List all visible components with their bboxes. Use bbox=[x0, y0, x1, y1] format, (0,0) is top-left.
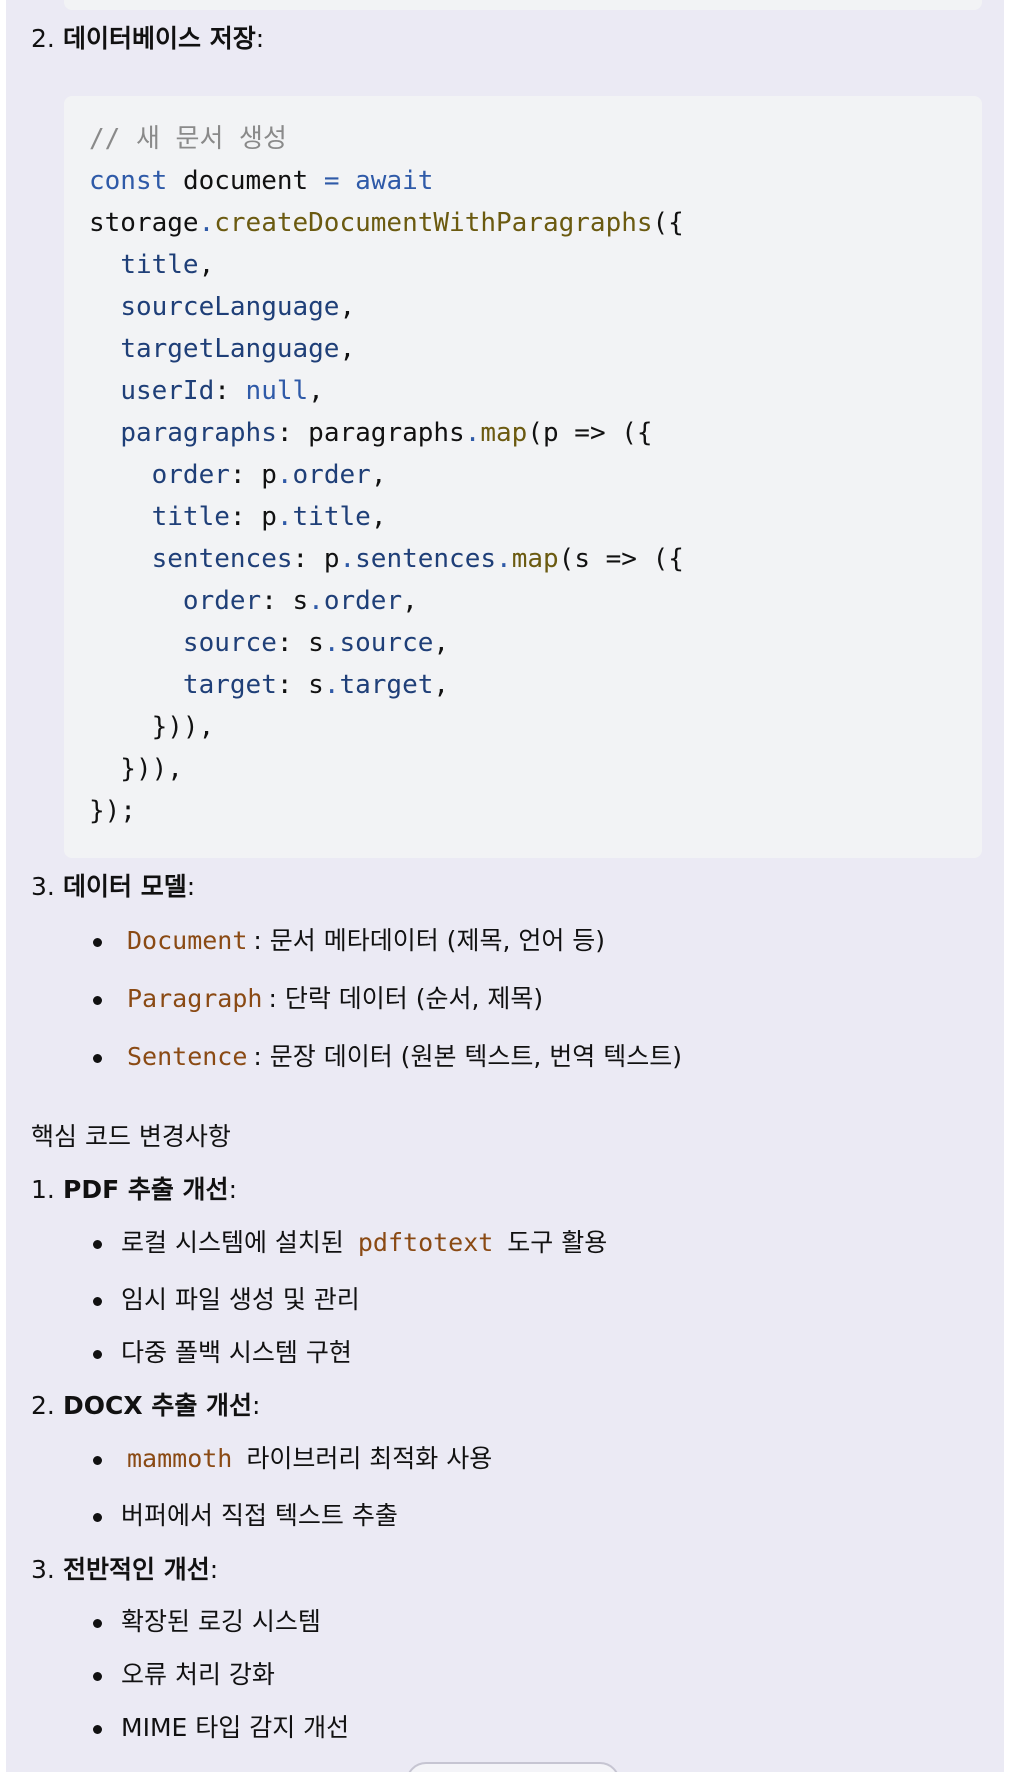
bullet-icon bbox=[93, 996, 102, 1005]
list-heading-title: DOCX 추출 개선 bbox=[63, 1391, 253, 1420]
inline-code: Sentence bbox=[127, 1042, 248, 1071]
inline-code: mammoth bbox=[127, 1444, 233, 1473]
bullet-icon bbox=[93, 938, 102, 947]
list-heading-docx: 2. DOCX 추출 개선: bbox=[31, 1391, 261, 1420]
bullet-icon bbox=[93, 1672, 102, 1681]
bullet-icon bbox=[93, 1297, 102, 1306]
list-heading-title: PDF 추출 개선 bbox=[63, 1175, 229, 1204]
code-block[interactable]: // 새 문서 생성 const document = await storag… bbox=[64, 96, 982, 858]
list-heading-title: 데이터베이스 저장 bbox=[63, 24, 256, 53]
list-heading-storage: 2. 데이터베이스 저장: bbox=[31, 24, 265, 53]
scroll-to-bottom-button[interactable] bbox=[406, 1762, 620, 1772]
previous-code-block bbox=[64, 0, 982, 10]
bullet-icon bbox=[93, 1054, 102, 1063]
bullet-icon bbox=[93, 1350, 102, 1359]
section-heading: 핵심 코드 변경사항 bbox=[31, 1122, 231, 1151]
list-heading-general: 3. 전반적인 개선: bbox=[31, 1555, 219, 1584]
bullet-icon bbox=[93, 1456, 102, 1465]
bullet-icon bbox=[93, 1619, 102, 1628]
list-heading-title: 전반적인 개선 bbox=[63, 1555, 210, 1584]
chat-message-panel: 2. 데이터베이스 저장: // 새 문서 생성 const document =… bbox=[6, 0, 1004, 1772]
list-heading-pdf: 1. PDF 추출 개선: bbox=[31, 1175, 237, 1204]
bullet-icon bbox=[93, 1240, 102, 1249]
inline-code: Document bbox=[127, 926, 248, 955]
bullet-icon bbox=[93, 1725, 102, 1734]
code-content: // 새 문서 생성 const document = await storag… bbox=[89, 124, 684, 826]
list-heading-title: 데이터 모델 bbox=[63, 872, 187, 901]
inline-code: Paragraph bbox=[127, 984, 263, 1013]
list-heading-data-model: 3. 데이터 모델: bbox=[31, 872, 196, 901]
inline-code: pdftotext bbox=[357, 1228, 494, 1257]
bullet-icon bbox=[93, 1513, 102, 1522]
